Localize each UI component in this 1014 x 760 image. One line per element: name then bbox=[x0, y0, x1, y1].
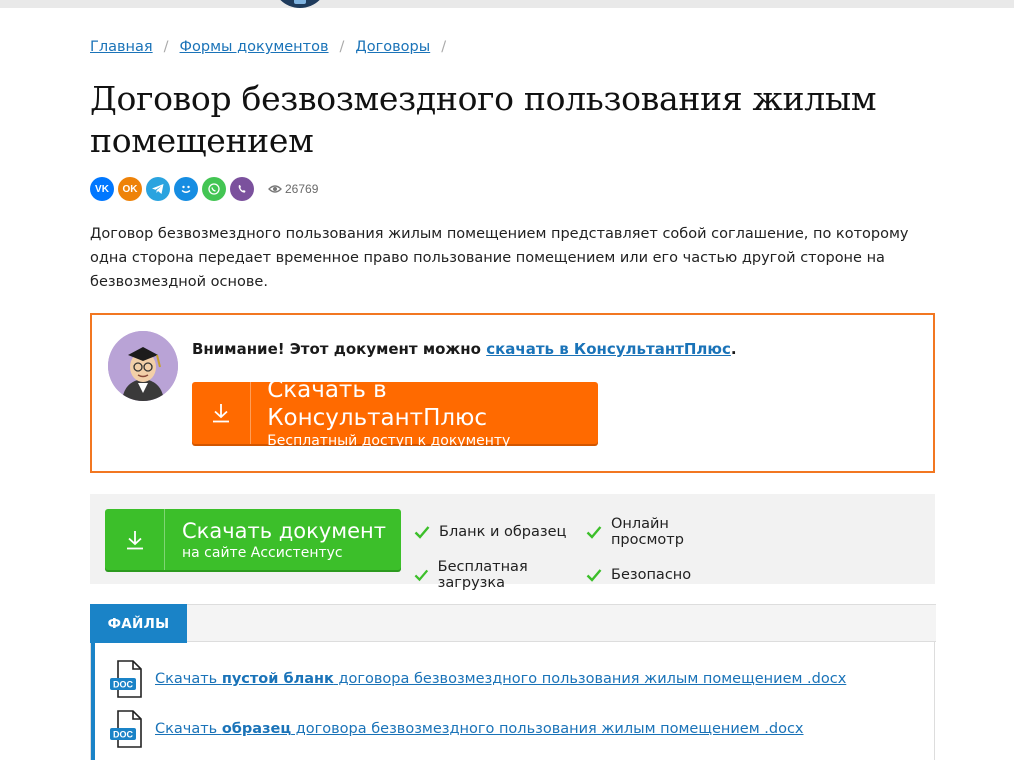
whatsapp-icon bbox=[208, 183, 220, 195]
views-count: 26769 bbox=[285, 182, 319, 196]
check-icon bbox=[586, 526, 602, 539]
download-consultant-title: Скачать в КонсультантПлюс bbox=[267, 377, 488, 431]
download-icon bbox=[213, 404, 230, 423]
doc-file-icon: DOC bbox=[110, 710, 142, 748]
download-icon-wrap bbox=[105, 509, 165, 570]
consultant-notice-suffix: . bbox=[730, 340, 737, 358]
page-title: Договор безвозмездного пользования жилым… bbox=[90, 79, 877, 160]
breadcrumb-separator: / bbox=[163, 39, 169, 55]
professor-avatar bbox=[108, 331, 178, 401]
doc-file-icon: DOC bbox=[110, 660, 142, 698]
download-icon bbox=[126, 530, 143, 549]
download-document-title: Скачать документ bbox=[182, 518, 386, 543]
feature-item: Бесплатная загрузка bbox=[414, 559, 586, 591]
breadcrumb-home[interactable]: Главная bbox=[90, 39, 153, 55]
views-counter: 26769 bbox=[268, 182, 318, 196]
download-consultant-button[interactable]: Скачать в КонсультантПлюс Бесплатный дос… bbox=[192, 377, 598, 449]
professor-mascot-icon bbox=[108, 331, 178, 401]
viber-icon bbox=[238, 185, 246, 193]
file-link-bold: пустой бланк bbox=[221, 671, 334, 687]
feature-item: Безопасно bbox=[586, 559, 746, 591]
feature-item: Онлайн просмотр bbox=[586, 516, 746, 548]
consultant-notice-prefix: Внимание! Этот документ можно bbox=[192, 340, 487, 358]
file-item: DOC Скачать пустой бланк договора безвоз… bbox=[109, 660, 846, 698]
share-odnoklassniki-button[interactable]: OK bbox=[118, 177, 142, 201]
eye-icon bbox=[268, 185, 282, 193]
feature-item: Бланк и образец bbox=[414, 516, 586, 548]
intro-text: Договор безвозмездного пользования жилым… bbox=[90, 226, 909, 290]
download-document-subtitle: на сайте Ассистентус bbox=[182, 544, 343, 561]
telegram-icon bbox=[152, 184, 164, 194]
consultant-notice: Внимание! Этот документ можно скачать в … bbox=[192, 340, 737, 358]
breadcrumb-separator: / bbox=[441, 39, 447, 55]
feature-label: Безопасно bbox=[611, 567, 692, 583]
file-link-prefix: Скачать bbox=[155, 721, 222, 737]
check-icon bbox=[414, 569, 429, 582]
moimir-icon bbox=[181, 185, 191, 193]
download-consultant-text: Скачать в КонсультантПлюс Бесплатный дос… bbox=[251, 377, 598, 449]
breadcrumb-contracts[interactable]: Договоры bbox=[355, 39, 430, 55]
download-consultant-subtitle: Бесплатный доступ к документу bbox=[267, 433, 511, 449]
doc-icon-label: DOC bbox=[113, 730, 134, 740]
file-item: DOC Скачать образец договора безвозмездн… bbox=[109, 710, 804, 748]
share-vk-button[interactable]: VK bbox=[90, 177, 114, 201]
files-section: ФАЙЛЫ DOC Скачать пустой бланк договора … bbox=[90, 604, 936, 760]
feature-label: Онлайн просмотр bbox=[610, 516, 684, 548]
doc-icon-label: DOC bbox=[113, 680, 134, 690]
download-blank-link[interactable]: Скачать пустой бланк договора безвозмезд… bbox=[155, 671, 846, 687]
files-header: ФАЙЛЫ bbox=[90, 604, 936, 643]
consultant-notice-box: Внимание! Этот документ можно скачать в … bbox=[90, 313, 935, 473]
breadcrumb-separator: / bbox=[339, 39, 345, 55]
share-moimir-button[interactable] bbox=[174, 177, 198, 201]
feature-label: Бланк и образец bbox=[439, 524, 567, 540]
file-link-suffix: договора безвозмездного пользования жилы… bbox=[291, 721, 804, 737]
breadcrumb: Главная / Формы документов / Договоры / bbox=[90, 39, 457, 55]
check-icon bbox=[586, 569, 602, 582]
download-icon-wrap bbox=[192, 382, 252, 444]
consultant-notice-link[interactable]: скачать в КонсультантПлюс bbox=[486, 340, 731, 358]
share-row: VK OK 26769 bbox=[90, 177, 318, 201]
download-document-button[interactable]: Скачать документ на сайте Ассистентус bbox=[105, 509, 401, 570]
feature-list: Бланк и образец Онлайн просмотр Бесплатн… bbox=[414, 516, 746, 591]
assistentus-panel: Скачать документ на сайте Ассистентус Бл… bbox=[90, 494, 935, 591]
file-link-suffix: договора безвозмездного пользования жилы… bbox=[333, 671, 847, 687]
share-whatsapp-button[interactable] bbox=[202, 177, 226, 201]
tab-files[interactable]: ФАЙЛЫ bbox=[90, 604, 187, 643]
file-link-prefix: Скачать bbox=[155, 671, 222, 687]
feature-label: Бесплатная загрузка bbox=[437, 559, 528, 591]
top-bar bbox=[0, 0, 1014, 8]
download-sample-link[interactable]: Скачать образец договора безвозмездного … bbox=[155, 721, 804, 737]
share-viber-button[interactable] bbox=[230, 177, 254, 201]
files-list: DOC Скачать пустой бланк договора безвоз… bbox=[91, 642, 936, 760]
download-document-text: Скачать документ на сайте Ассистентус bbox=[165, 509, 386, 570]
share-telegram-button[interactable] bbox=[146, 177, 170, 201]
check-icon bbox=[414, 526, 430, 539]
file-link-bold: образец bbox=[221, 721, 292, 737]
breadcrumb-forms[interactable]: Формы документов bbox=[180, 39, 329, 55]
